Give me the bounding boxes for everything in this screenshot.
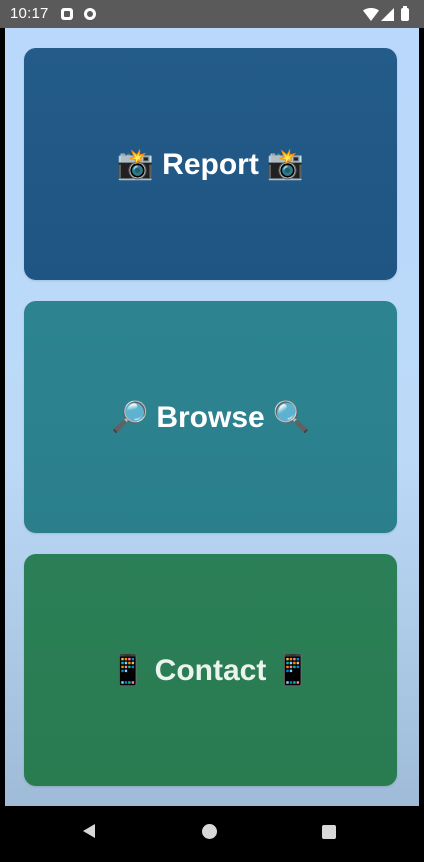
- status-bar: 10:17: [0, 0, 424, 28]
- report-button[interactable]: 📸 Report 📸: [24, 48, 397, 280]
- camera-flash-icon: 📸: [116, 147, 155, 181]
- signal-icon: [381, 8, 394, 21]
- status-time: 10:17: [10, 5, 49, 22]
- recents-icon[interactable]: [322, 825, 336, 839]
- home-icon[interactable]: [202, 824, 217, 839]
- magnifier-right-icon: 🔍: [272, 400, 311, 434]
- camera-flash-icon: 📸: [266, 147, 305, 181]
- app-content: 📸 Report 📸 🔎 Browse 🔍 📱 Contact 📱: [5, 28, 419, 806]
- back-icon[interactable]: [83, 824, 95, 838]
- mobile-phone-icon: 📱: [109, 653, 147, 687]
- contact-text: Contact: [154, 653, 267, 687]
- mobile-phone-icon: 📱: [274, 653, 312, 687]
- contact-button-label: 📱 Contact 📱: [101, 653, 319, 688]
- browse-button-label: 🔎 Browse 🔍: [103, 400, 318, 435]
- magnifier-left-icon: 🔎: [110, 400, 149, 434]
- wifi-icon: [363, 8, 379, 21]
- browse-text: Browse: [156, 400, 265, 434]
- report-button-label: 📸 Report 📸: [109, 147, 312, 182]
- accessibility-icon: [61, 8, 73, 20]
- report-text: Report: [162, 147, 259, 181]
- contact-button[interactable]: 📱 Contact 📱: [24, 554, 397, 786]
- browse-button[interactable]: 🔎 Browse 🔍: [24, 301, 397, 533]
- app-notification-icon: [84, 8, 96, 20]
- battery-icon: [401, 6, 409, 21]
- phone-screen: 10:17 📸 Report 📸 🔎 Browse 🔍 📱 Contact 📱: [0, 0, 424, 862]
